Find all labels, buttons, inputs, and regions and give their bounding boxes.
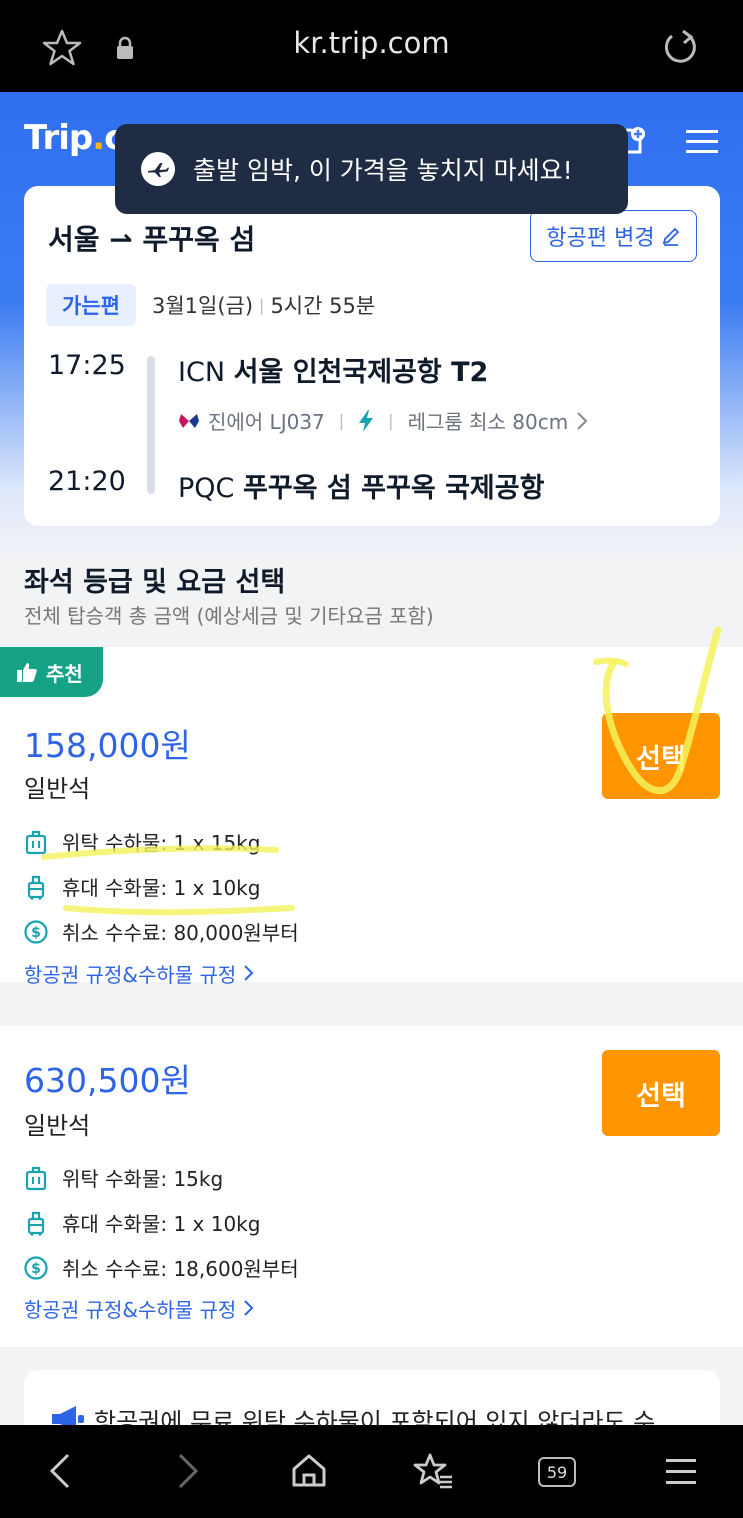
outbound-badge: 가는편 [46, 284, 136, 326]
flight-summary-card: 서울 ⇀ 푸꾸옥 섬 항공편 변경 가는편 3월1일(금) | 5시간 55분 … [24, 186, 720, 526]
carry-on-bag-icon [27, 875, 45, 900]
select-fare-button[interactable]: 선택 [602, 713, 720, 799]
cabin-class: 일반석 [24, 775, 91, 803]
fare-section-subtitle: 전체 탑승객 총 금액 (예상세금 및 기타요금 포함) [24, 604, 434, 628]
divider: | [259, 295, 265, 315]
recommend-badge: 추천 [0, 647, 103, 697]
timeline-bar [147, 356, 155, 494]
toast-message: 출발 임박, 이 가격을 놓치지 마세요! [193, 156, 573, 185]
chevron-right-icon [243, 1300, 254, 1316]
checked-baggage-row: 위탁 수하물: 1 x 15kg [24, 827, 260, 856]
lightning-icon [359, 409, 374, 432]
svg-text:$: $ [31, 925, 41, 941]
route-title: 서울 ⇀ 푸꾸옥 섬 [48, 223, 256, 256]
urgency-toast: 출발 임박, 이 가격을 놓치지 마세요! [115, 124, 628, 214]
flight-duration: 5시간 55분 [270, 294, 376, 318]
carry-on-baggage-row: 휴대 수화물: 1 x 10kg [24, 1208, 260, 1237]
edit-pencil-icon [662, 227, 679, 246]
back-arrow-icon[interactable] [46, 1451, 76, 1491]
cancellation-fee-row: $ 취소 수수료: 18,600원부터 [24, 1253, 299, 1282]
thumbs-up-icon [17, 663, 37, 682]
airline-name: 진에어 LJ037 [208, 410, 325, 434]
airplane-icon [141, 152, 175, 186]
carry-on-bag-icon [27, 1211, 45, 1236]
fare-section-title: 좌석 등급 및 요금 선택 [24, 567, 286, 598]
browser-top-bar: kr.trip.com [0, 0, 743, 92]
browser-menu-icon[interactable] [664, 1451, 698, 1491]
dollar-coin-icon: $ [24, 1255, 48, 1280]
hamburger-menu-icon[interactable] [686, 128, 720, 156]
suitcase-icon [25, 1166, 47, 1190]
svg-text:$: $ [31, 1261, 41, 1277]
bookmarks-star-icon[interactable] [412, 1451, 454, 1491]
address-bar-url[interactable]: kr.trip.com [0, 26, 743, 60]
reload-icon[interactable] [660, 28, 700, 68]
leg-info-row: 가는편 3월1일(금) | 5시간 55분 [46, 284, 376, 326]
fare-option-card: 630,500원 일반석 선택 위탁 수화물: 15kg 휴대 수화물: 1 x… [0, 1026, 743, 1347]
forward-arrow-icon[interactable] [172, 1451, 202, 1491]
checked-baggage-row: 위탁 수화물: 15kg [24, 1163, 223, 1192]
select-fare-button[interactable]: 선택 [602, 1050, 720, 1136]
chevron-right-icon [577, 411, 588, 430]
fare-option-card: 추천 158,000원 일반석 선택 위탁 수하물: 1 x 15kg 휴대 수… [0, 647, 743, 987]
tabs-count-button[interactable]: 59 [538, 1457, 576, 1487]
flight-date: 3월1일(금) [151, 294, 254, 318]
change-flight-button[interactable]: 항공편 변경 [530, 210, 697, 262]
depart-airport: ICN 서울 인천국제공항 T2 [178, 357, 489, 388]
airline-info-row[interactable]: 진에어 LJ037 | | 레그룸 최소 80cm [178, 406, 588, 435]
arrive-airport: PQC 푸꾸옥 섬 푸꾸옥 국제공항 [178, 473, 545, 504]
depart-time: 17:25 [48, 350, 126, 381]
fare-price: 630,500원 [24, 1061, 191, 1100]
legroom-info: 레그룸 최소 80cm [407, 410, 569, 434]
cabin-class: 일반석 [24, 1112, 91, 1140]
jinair-logo-icon [179, 413, 199, 428]
home-icon[interactable] [290, 1451, 328, 1491]
browser-bottom-bar: 59 [0, 1425, 743, 1518]
suitcase-icon [25, 830, 47, 854]
dollar-coin-icon: $ [24, 919, 48, 944]
carry-on-baggage-row: 휴대 수화물: 1 x 10kg [24, 872, 260, 901]
fare-rules-link[interactable]: 항공권 규정&수하물 규정 [24, 1294, 255, 1323]
cancellation-fee-row: $ 취소 수수료: 80,000원부터 [24, 917, 299, 946]
fare-rules-link[interactable]: 항공권 규정&수하물 규정 [24, 959, 255, 988]
fare-price: 158,000원 [24, 726, 191, 765]
arrive-time: 21:20 [48, 466, 126, 497]
chevron-right-icon [243, 965, 254, 981]
